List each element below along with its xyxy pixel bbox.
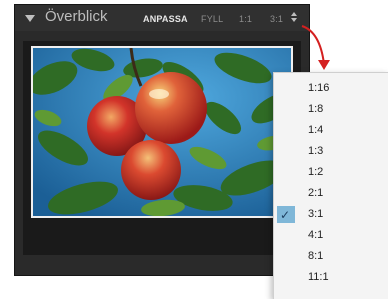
menu-item-2-1[interactable]: 2:1	[274, 183, 388, 204]
menu-item-4-1[interactable]: 4:1	[274, 225, 388, 246]
menu-item-1-2[interactable]: 1:2	[274, 162, 388, 183]
zoom-fill-option[interactable]: FYLL	[201, 14, 223, 24]
checkmark-icon: ✓	[277, 206, 295, 223]
menu-item-11-1[interactable]: 11:1	[274, 267, 388, 288]
menu-item-3-1[interactable]: ✓ 3:1	[274, 204, 388, 225]
navigator-panel: Överblick ANPASSA FYLL 1:1 3:1	[14, 4, 310, 276]
panel-title[interactable]: Överblick	[45, 8, 108, 25]
menu-item-8-1[interactable]: 8:1	[274, 246, 388, 267]
zoom-custom-option[interactable]: 3:1	[270, 14, 283, 24]
navigator-header: Överblick ANPASSA FYLL 1:1 3:1	[15, 5, 309, 31]
menu-item-1-8[interactable]: 1:8	[274, 99, 388, 120]
preview-area[interactable]	[23, 41, 301, 255]
zoom-level-menu: 1:16 1:8 1:4 1:3 1:2 2:1 ✓ 3:1 4:1 8:1 1…	[273, 72, 388, 299]
menu-item-1-4[interactable]: 1:4	[274, 120, 388, 141]
red-curved-arrow-icon	[301, 25, 330, 70]
menu-item-1-3[interactable]: 1:3	[274, 141, 388, 162]
disclosure-triangle-icon[interactable]	[25, 15, 35, 22]
zoom-fit-option[interactable]: ANPASSA	[143, 14, 188, 24]
zoom-1-1-option[interactable]: 1:1	[239, 14, 252, 24]
menu-item-1-16[interactable]: 1:16	[274, 78, 388, 99]
preview-image[interactable]	[31, 46, 293, 218]
